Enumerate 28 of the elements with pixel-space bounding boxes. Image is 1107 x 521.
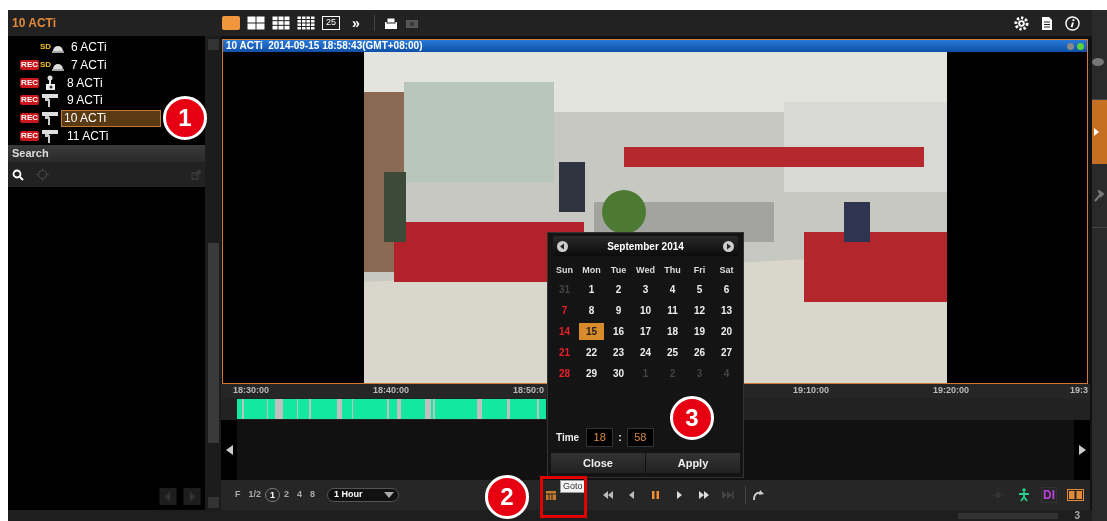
- weekday-label: Mon: [581, 264, 602, 277]
- time-tick-label: 19:10:00: [793, 385, 830, 396]
- viewer-count: 3: [1074, 510, 1080, 521]
- time-tick-label: 18:50:0: [513, 385, 545, 396]
- time-tick-label: 18:40:00: [373, 385, 410, 396]
- time-tick-label: 19:20:00: [933, 385, 970, 396]
- window-title: 10 ACTi: [11, 15, 57, 32]
- sd-label: SD: [40, 42, 52, 52]
- weekday-label: Tue: [609, 264, 628, 277]
- weekday-label: Wed: [635, 264, 656, 277]
- video-caption: 10 ACTi 2014-09-15 18:58:43(GMT+08:00): [226, 40, 423, 52]
- calendar-month: September 2014: [606, 239, 685, 254]
- rec-badge: REC: [20, 95, 39, 106]
- panel-header: Search: [8, 145, 205, 162]
- time-label: Time: [556, 431, 580, 445]
- time-tick-label: 19:3: [1070, 385, 1088, 396]
- rec-badge: REC: [20, 59, 39, 70]
- rec-badge: REC: [20, 131, 39, 142]
- time-separator: :: [618, 430, 622, 446]
- weekday-label: Sat: [718, 264, 735, 277]
- sd-label: SD: [40, 60, 52, 70]
- weekday-label: Sun: [555, 264, 574, 277]
- time-tick-label: 18:30:00: [233, 385, 270, 396]
- rec-badge: REC: [20, 77, 39, 88]
- tooltip: Goto: [560, 480, 586, 493]
- weekday-label: Fri: [692, 264, 707, 277]
- rec-badge: REC: [20, 113, 39, 124]
- weekday-label: Thu: [663, 264, 682, 277]
